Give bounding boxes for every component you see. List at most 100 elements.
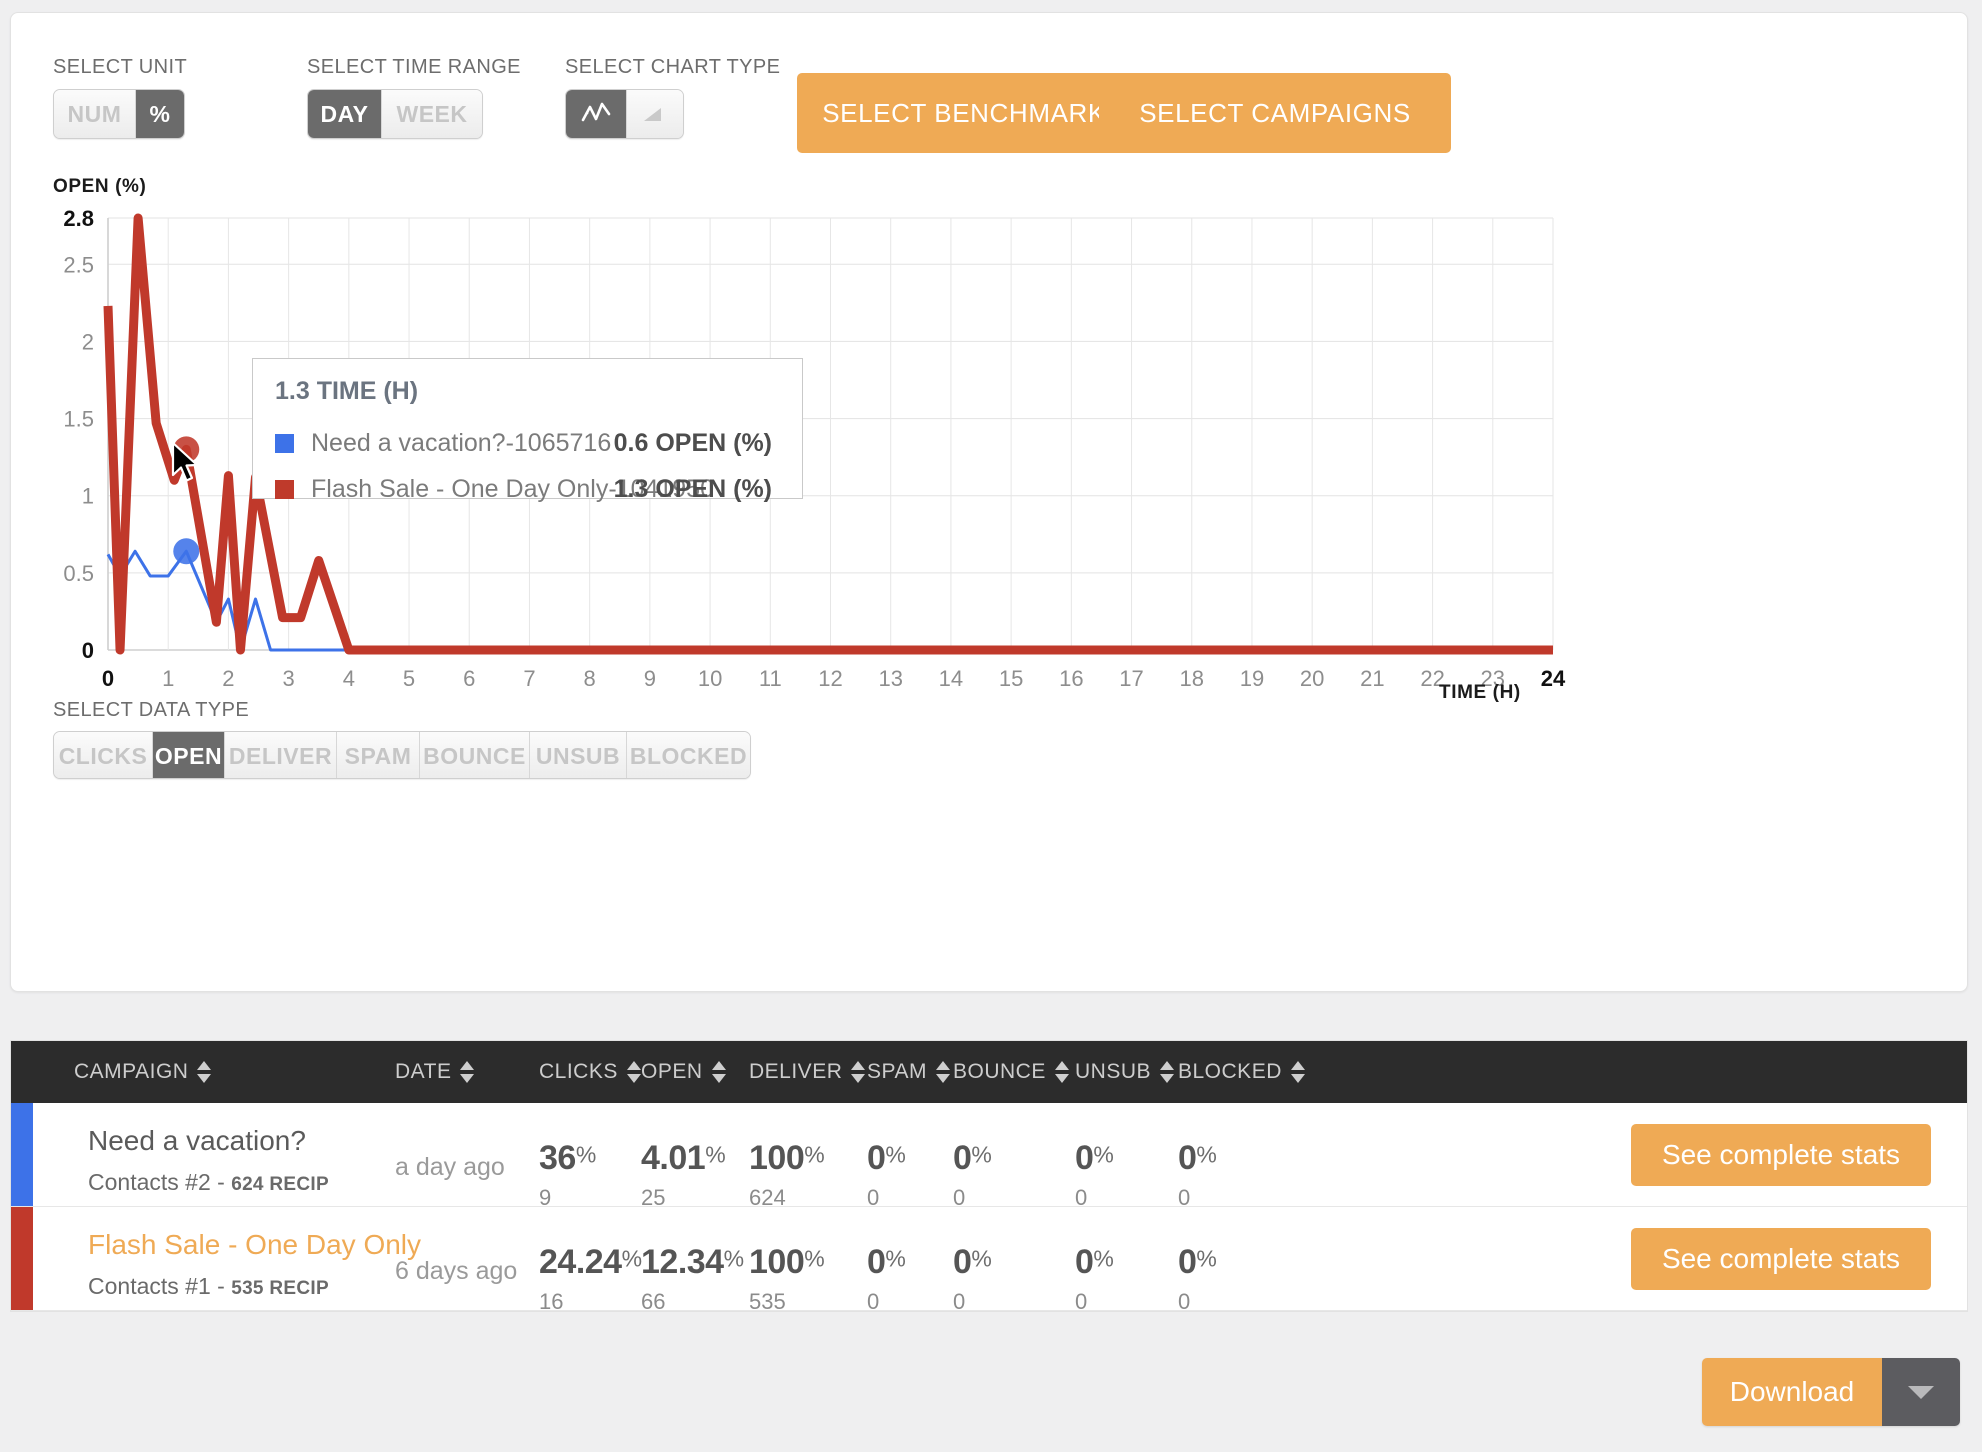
- chart-type-label: SELECT CHART TYPE: [565, 56, 781, 78]
- area-chart-icon[interactable]: [627, 90, 683, 138]
- y-axis-title: OPEN (%): [53, 176, 147, 197]
- campaign-table: CAMPAIGN DATE CLICKS OPEN DELIVER SPAM BOUNCE U…: [10, 1040, 1968, 1314]
- table-header-label: CAMPAIGN: [74, 1060, 189, 1083]
- metric-deliver: 100% 535: [749, 1243, 825, 1315]
- table-header-clicks[interactable]: CLICKS: [539, 1041, 641, 1103]
- data-type-option-blocked[interactable]: BLOCKED: [627, 732, 750, 778]
- sort-arrows-icon[interactable]: [935, 1061, 950, 1083]
- percent-sign: %: [723, 1245, 745, 1272]
- download-dropdown-button[interactable]: [1882, 1358, 1960, 1426]
- sort-arrows-icon[interactable]: [851, 1061, 866, 1083]
- svg-text:12: 12: [818, 666, 842, 691]
- table-row[interactable]: Flash Sale - One Day Only Contacts #1 - 5…: [11, 1207, 1967, 1314]
- svg-text:4: 4: [343, 666, 355, 691]
- table-header-label: DELIVER: [749, 1060, 843, 1083]
- metric-deliver-percent: 100: [749, 1139, 805, 1177]
- download-button-group[interactable]: Download: [1702, 1358, 1960, 1426]
- data-type-option-spam[interactable]: SPAM: [337, 732, 420, 778]
- table-header-unsub[interactable]: UNSUB: [1075, 1041, 1175, 1103]
- svg-text:16: 16: [1059, 666, 1083, 691]
- campaign-list-info: Contacts #2 - 624 RECIP: [88, 1169, 329, 1195]
- download-button[interactable]: Download: [1702, 1358, 1882, 1426]
- table-header-label: OPEN: [641, 1060, 703, 1083]
- tooltip-series-value: 1.3 OPEN (%): [613, 474, 772, 503]
- chart-type-toggle[interactable]: [565, 89, 684, 139]
- select-campaigns-button[interactable]: SELECT CAMPAIGNS: [1099, 73, 1451, 153]
- unit-option-percent[interactable]: %: [136, 90, 184, 138]
- metric-unsub-percent: 0: [1075, 1243, 1094, 1281]
- tooltip-row: Need a vacation?-1065716 0.6 OPEN (%): [275, 420, 780, 466]
- table-header-spam[interactable]: SPAM: [867, 1041, 950, 1103]
- table-header-blocked[interactable]: BLOCKED: [1178, 1041, 1305, 1103]
- sort-arrows-icon[interactable]: [626, 1061, 641, 1083]
- unit-toggle[interactable]: NUM %: [53, 89, 185, 139]
- svg-text:0: 0: [102, 666, 114, 691]
- svg-text:0: 0: [82, 638, 94, 663]
- svg-text:10: 10: [698, 666, 722, 691]
- recipient-count: 624 RECIP: [231, 1174, 329, 1195]
- sort-arrows-icon[interactable]: [1290, 1061, 1305, 1083]
- sort-arrows-icon[interactable]: [460, 1061, 475, 1083]
- svg-text:21: 21: [1360, 666, 1384, 691]
- contact-list-name: Contacts #2: [88, 1169, 211, 1195]
- see-complete-stats-button[interactable]: See complete stats: [1631, 1228, 1931, 1290]
- tooltip-title: 1.3 TIME (H): [275, 377, 419, 405]
- svg-text:2.8: 2.8: [63, 206, 94, 231]
- table-body: Need a vacation? Contacts #2 - 624 RECIP a…: [11, 1103, 1967, 1314]
- svg-text:1.5: 1.5: [63, 407, 94, 432]
- metric-blocked-percent: 0: [1178, 1139, 1197, 1177]
- campaign-name[interactable]: Flash Sale - One Day Only: [88, 1229, 421, 1261]
- metric-spam-count: 0: [867, 1289, 880, 1314]
- recipient-count: 535 RECIP: [231, 1278, 329, 1299]
- percent-sign: %: [1093, 1141, 1114, 1168]
- svg-text:20: 20: [1300, 666, 1324, 691]
- sort-arrows-icon[interactable]: [711, 1061, 726, 1083]
- chart-tooltip: 1.3 TIME (H) Need a vacation?-1065716 0.…: [252, 358, 803, 503]
- metric-clicks: 24.24% 16: [539, 1243, 642, 1315]
- campaign-date: 6 days ago: [395, 1257, 518, 1285]
- table-header-label: SPAM: [867, 1060, 927, 1083]
- data-type-option-deliver[interactable]: DELIVER: [225, 732, 337, 778]
- time-range-toggle[interactable]: DAY WEEK: [307, 89, 483, 139]
- svg-text:9: 9: [644, 666, 656, 691]
- select-benchmarks-button[interactable]: SELECT BENCHMARKS: [797, 73, 1149, 153]
- sort-arrows-icon[interactable]: [1054, 1061, 1069, 1083]
- table-row[interactable]: Need a vacation? Contacts #2 - 624 RECIP a…: [11, 1103, 1967, 1210]
- table-header-date[interactable]: DATE: [395, 1041, 475, 1103]
- metric-clicks: 36% 9: [539, 1139, 596, 1211]
- see-complete-stats-button[interactable]: See complete stats: [1631, 1124, 1931, 1186]
- data-type-option-open[interactable]: OPEN: [153, 732, 225, 778]
- svg-text:2: 2: [82, 329, 94, 354]
- percent-sign: %: [621, 1245, 643, 1272]
- legend-swatch-series-1: [275, 433, 294, 453]
- percent-sign: %: [705, 1141, 726, 1168]
- metric-deliver-percent: 100: [749, 1243, 805, 1281]
- data-type-option-unsub[interactable]: UNSUB: [530, 732, 627, 778]
- svg-text:13: 13: [878, 666, 902, 691]
- sort-arrows-icon[interactable]: [197, 1061, 212, 1083]
- table-header-open[interactable]: OPEN: [641, 1041, 726, 1103]
- time-range-option-day[interactable]: DAY: [308, 90, 382, 138]
- metric-bounce: 0% 0: [953, 1139, 992, 1211]
- line-chart-icon[interactable]: [566, 90, 627, 138]
- data-type-toggle[interactable]: CLICKS OPEN DELIVER SPAM BOUNCE UNSUB BLOCKED: [53, 731, 751, 779]
- table-header-bounce[interactable]: BOUNCE: [953, 1041, 1069, 1103]
- sort-arrows-icon[interactable]: [1160, 1061, 1175, 1083]
- tooltip-series-value: 0.6 OPEN (%): [613, 428, 772, 457]
- metric-spam: 0% 0: [867, 1139, 906, 1211]
- table-header-label: BLOCKED: [1178, 1060, 1282, 1083]
- metric-unsub-count: 0: [1075, 1289, 1088, 1314]
- time-range-option-week[interactable]: WEEK: [382, 90, 482, 138]
- row-color-bar: [11, 1207, 33, 1310]
- metric-open: 12.34% 66: [641, 1243, 744, 1315]
- table-header-campaign[interactable]: CAMPAIGN: [74, 1041, 212, 1103]
- data-type-option-bounce[interactable]: BOUNCE: [420, 732, 530, 778]
- table-header-deliver[interactable]: DELIVER: [749, 1041, 866, 1103]
- svg-text:5: 5: [403, 666, 415, 691]
- unit-option-num[interactable]: NUM: [54, 90, 136, 138]
- campaign-date: a day ago: [395, 1153, 505, 1181]
- data-type-option-clicks[interactable]: CLICKS: [54, 732, 153, 778]
- svg-text:1: 1: [82, 484, 94, 509]
- campaign-name[interactable]: Need a vacation?: [88, 1125, 306, 1157]
- metric-open-percent: 4.01: [641, 1139, 706, 1177]
